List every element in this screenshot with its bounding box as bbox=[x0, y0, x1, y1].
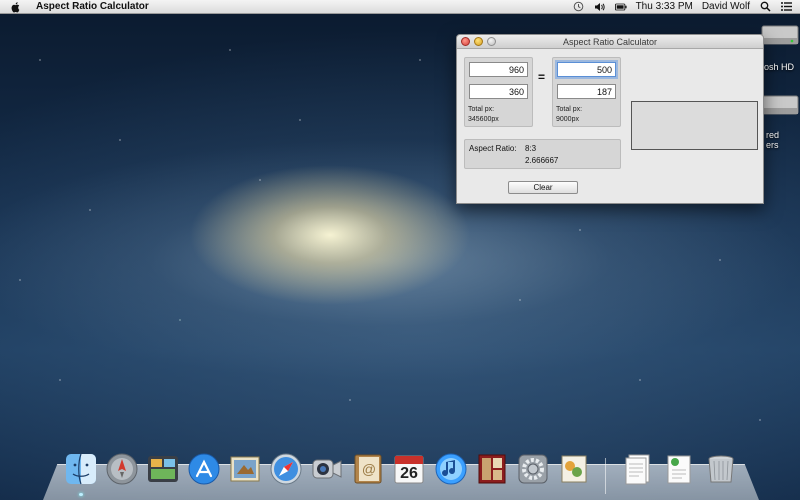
aspect-ratio-window: Aspect Ratio Calculator Total px: 345600… bbox=[456, 34, 764, 204]
original-width-input[interactable] bbox=[469, 62, 528, 77]
close-button[interactable] bbox=[461, 37, 470, 46]
svg-text:@: @ bbox=[362, 461, 376, 477]
menu-user-name[interactable]: David Wolf bbox=[702, 1, 750, 12]
menu-clock[interactable]: Thu 3:33 PM bbox=[636, 1, 693, 12]
shared-drive-label-line2: ers bbox=[766, 140, 779, 150]
preview-icon[interactable] bbox=[557, 452, 591, 486]
target-size-panel: Total px: 9000px bbox=[552, 57, 621, 127]
aspect-ratio-value: 8:3 bbox=[525, 144, 537, 153]
notification-center-icon[interactable] bbox=[780, 1, 792, 12]
original-total-label: Total px: bbox=[468, 106, 495, 113]
target-total-label: Total px: bbox=[556, 106, 583, 113]
mission-control-icon[interactable] bbox=[146, 452, 180, 486]
aspect-ratio-decimal: 2.666667 bbox=[525, 156, 559, 165]
launchpad-icon[interactable] bbox=[105, 452, 139, 486]
hard-drive-label: osh HD bbox=[764, 62, 795, 72]
volume-icon[interactable] bbox=[594, 1, 606, 12]
hard-drive-icon[interactable] bbox=[760, 20, 800, 48]
mail-icon[interactable] bbox=[228, 452, 262, 486]
photo-booth-icon[interactable] bbox=[475, 452, 509, 486]
target-width-input[interactable] bbox=[557, 62, 616, 77]
itunes-icon[interactable] bbox=[434, 452, 468, 486]
shared-drive-label-line1: red bbox=[766, 130, 780, 140]
spotlight-icon[interactable] bbox=[759, 1, 771, 12]
window-titlebar[interactable]: Aspect Ratio Calculator bbox=[457, 35, 763, 49]
app-menu-title[interactable]: Aspect Ratio Calculator bbox=[36, 1, 149, 12]
clear-button[interactable]: Clear bbox=[508, 181, 578, 194]
system-preferences-icon[interactable] bbox=[516, 452, 550, 486]
aspect-ratio-label: Aspect Ratio: bbox=[469, 144, 517, 153]
app-store-icon[interactable] bbox=[187, 452, 221, 486]
battery-icon[interactable] bbox=[614, 1, 627, 12]
window-title: Aspect Ratio Calculator bbox=[562, 37, 658, 47]
original-total-value: 345600px bbox=[468, 116, 499, 123]
time-machine-icon[interactable] bbox=[573, 1, 585, 12]
target-height-input[interactable] bbox=[557, 84, 616, 99]
target-total-value: 9000px bbox=[556, 116, 579, 123]
facetime-icon[interactable] bbox=[310, 452, 344, 486]
menu-extras: Thu 3:33 PM David Wolf bbox=[573, 1, 800, 12]
safari-icon[interactable] bbox=[269, 452, 303, 486]
original-size-panel: Total px: 345600px bbox=[464, 57, 533, 127]
original-height-input[interactable] bbox=[469, 84, 528, 99]
dock-separator bbox=[605, 458, 606, 494]
shared-folder-drive-icon[interactable] bbox=[760, 90, 800, 118]
calendar-day: 26 bbox=[400, 465, 418, 482]
contacts-icon[interactable]: @ bbox=[351, 452, 385, 486]
apple-menu-icon[interactable] bbox=[10, 1, 22, 13]
ratio-preview-box bbox=[631, 101, 758, 150]
equals-sign: = bbox=[538, 70, 546, 84]
minimize-button[interactable] bbox=[474, 37, 483, 46]
menu-bar: Aspect Ratio Calculator Thu 3:33 PM Davi… bbox=[0, 0, 800, 14]
aspect-ratio-panel: Aspect Ratio: 8:3 2.666667 bbox=[464, 139, 621, 169]
zoom-button[interactable] bbox=[487, 37, 496, 46]
downloads-stack-icon[interactable] bbox=[662, 452, 696, 486]
documents-stack-icon[interactable] bbox=[621, 452, 655, 486]
finder-running-indicator bbox=[79, 493, 83, 496]
finder-icon[interactable] bbox=[64, 452, 98, 486]
trash-icon[interactable] bbox=[704, 452, 738, 486]
